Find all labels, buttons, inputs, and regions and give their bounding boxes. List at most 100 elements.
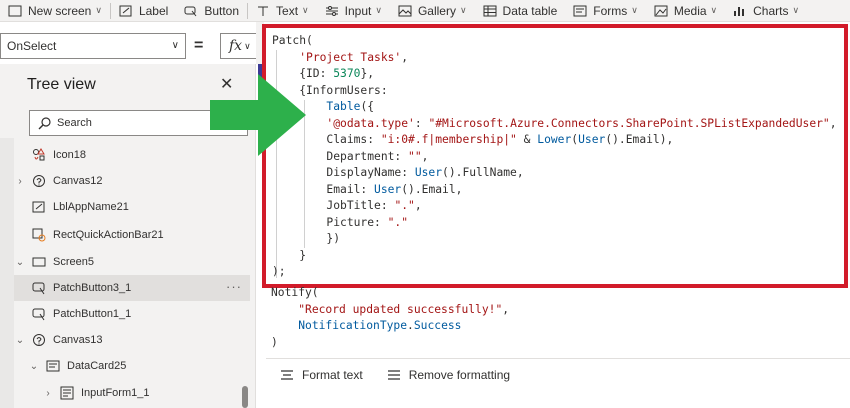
ribbon-gallery-label: Gallery (417, 3, 456, 18)
remove-formatting-label: Remove formatting (408, 367, 511, 382)
code-line[interactable]: Table({ (272, 99, 837, 116)
format-text-icon (281, 369, 293, 380)
code-line[interactable]: {InformUsers: (272, 83, 837, 100)
tree-item-label: Canvas12 (53, 175, 103, 187)
tree-item-datacard25[interactable]: ⌄ DataCard25 (28, 353, 264, 379)
tree-item-inputform1-1[interactable]: › InputForm1_1 (42, 380, 242, 406)
gallery-icon (398, 5, 412, 16)
format-text-button[interactable]: Format text (266, 368, 373, 382)
tree-item-label: PatchButton3_1 (53, 282, 132, 294)
code-line[interactable]: ); (272, 264, 837, 281)
tree-item-patchbutton3-1[interactable]: PatchButton3_1 ··· (14, 275, 250, 301)
code-line[interactable]: Notify( (271, 285, 509, 302)
property-dropdown[interactable]: OnSelect ∨ (0, 33, 186, 59)
ribbon-text[interactable]: Text ∨ (248, 0, 317, 22)
chevron-down-icon: ∨ (710, 5, 718, 15)
ribbon-charts-label: Charts (753, 3, 789, 18)
tree-item-label: RectQuickActionBar21 (53, 229, 164, 241)
remove-formatting-icon (387, 369, 400, 380)
data-card-icon (46, 359, 60, 373)
code-line[interactable]: } (272, 248, 837, 265)
chevron-right-icon[interactable]: › (42, 388, 54, 399)
chevron-down-icon: ∨ (459, 5, 467, 15)
more-options-icon[interactable]: ··· (226, 279, 242, 294)
code-line[interactable]: DisplayName: User().FullName, (272, 165, 837, 182)
ribbon-new-screen-label: New screen (28, 3, 92, 18)
tree-item-canvas13[interactable]: ⌄ Canvas13 (14, 327, 250, 353)
chevron-down-icon: ∨ (302, 5, 309, 15)
media-icon (654, 5, 668, 16)
code-line[interactable]: Picture: "." (272, 215, 837, 232)
tree-item-patchbutton1-1[interactable]: PatchButton1_1 (14, 301, 250, 327)
canvas-icon (32, 333, 46, 347)
patch-code[interactable]: Patch( 'Project Tasks', {ID: 5370}, {Inf… (272, 33, 837, 281)
text-icon (258, 6, 269, 16)
tree-scrollbar-thumb[interactable] (242, 386, 248, 408)
ribbon-media[interactable]: Media ∨ (646, 0, 725, 22)
ribbon-data-table-label: Data table (502, 3, 558, 18)
button-click-icon (32, 281, 46, 295)
rectangle-icon (32, 228, 46, 242)
tree-view-title: Tree view (27, 76, 96, 93)
charts-icon (734, 6, 745, 16)
chevron-right-icon[interactable]: › (14, 176, 26, 187)
label-edit-icon (32, 200, 46, 214)
chevron-down-icon[interactable]: ⌄ (14, 257, 26, 268)
green-arrow-icon (210, 74, 306, 156)
tree-item-rectquickactionbar21[interactable]: RectQuickActionBar21 (14, 222, 250, 248)
ribbon-label[interactable]: Label (111, 0, 176, 22)
search-placeholder: Search (57, 117, 92, 129)
chevron-down-icon: ∨ (244, 40, 251, 51)
property-value: OnSelect (7, 39, 57, 53)
ribbon-label-text: Label (138, 3, 169, 18)
ribbon-input[interactable]: Input ∨ (317, 0, 390, 22)
insert-ribbon: New screen ∨ Label Button Text ∨ Input ∨ Ga… (0, 0, 850, 22)
code-line[interactable]: '@odata.type': "#Microsoft.Azure.Connect… (272, 116, 836, 133)
highlighted-code-box[interactable]: Patch( 'Project Tasks', {ID: 5370}, {Inf… (262, 24, 848, 288)
code-line[interactable]: NotificationType.Success (271, 318, 509, 335)
canvas-icon (32, 174, 46, 188)
tree-item-screen5[interactable]: ⌄ Screen5 (14, 249, 250, 275)
chevron-down-icon[interactable]: ⌄ (14, 335, 26, 346)
ribbon-gallery[interactable]: Gallery ∨ (390, 0, 475, 22)
ribbon-media-label: Media (673, 3, 707, 18)
chevron-down-icon: ∨ (792, 5, 800, 15)
code-line[interactable]: ) (271, 335, 509, 352)
code-line[interactable]: Claims: "i:0#.f|membership|" & Lower(Use… (272, 132, 837, 149)
ribbon-charts[interactable]: Charts ∨ (725, 0, 807, 22)
ribbon-button[interactable]: Button (176, 0, 247, 22)
code-line[interactable]: 'Project Tasks', (272, 50, 837, 67)
format-text-label: Format text (302, 367, 363, 382)
notify-code[interactable]: Notify( "Record updated successfully!", … (271, 285, 509, 351)
tree-item-canvas12[interactable]: › Canvas12 (14, 168, 250, 194)
code-line[interactable]: }) (272, 231, 837, 248)
code-line[interactable]: Email: User().Email, (272, 182, 837, 199)
tree-item-label: Canvas13 (53, 334, 103, 346)
code-line[interactable]: Department: "", (272, 149, 837, 166)
code-line[interactable]: Patch( (272, 33, 837, 50)
form-icon (60, 386, 74, 400)
ribbon-input-label: Input (344, 3, 372, 18)
code-line[interactable]: "Record updated successfully!", (271, 302, 509, 319)
tree-item-lblappname21[interactable]: LblAppName21 (14, 194, 250, 220)
ribbon-new-screen[interactable]: New screen ∨ (0, 0, 110, 22)
fx-icon: fx (229, 38, 243, 54)
ribbon-button-label: Button (204, 3, 240, 18)
code-line[interactable]: JobTitle: ".", (272, 198, 837, 215)
ribbon-data-table[interactable]: Data table (475, 0, 566, 22)
equals-sign: = (194, 37, 204, 54)
ribbon-forms[interactable]: Forms ∨ (565, 0, 646, 22)
tree-left-strip (0, 138, 14, 408)
code-line[interactable]: {ID: 5370}, (272, 66, 837, 83)
chevron-down-icon: ∨ (95, 5, 102, 15)
tree-item-label: DataCard25 (67, 360, 127, 372)
chevron-down-icon: ∨ (171, 40, 179, 51)
new-screen-icon (8, 5, 22, 16)
input-icon (325, 5, 338, 16)
fx-button[interactable]: fx ∨ (220, 33, 260, 59)
tree-item-label: LblAppName21 (53, 201, 129, 213)
chevron-down-icon[interactable]: ⌄ (28, 361, 40, 372)
data-table-icon (483, 5, 497, 16)
label-icon (119, 5, 132, 16)
remove-formatting-button[interactable]: Remove formatting (373, 368, 520, 382)
